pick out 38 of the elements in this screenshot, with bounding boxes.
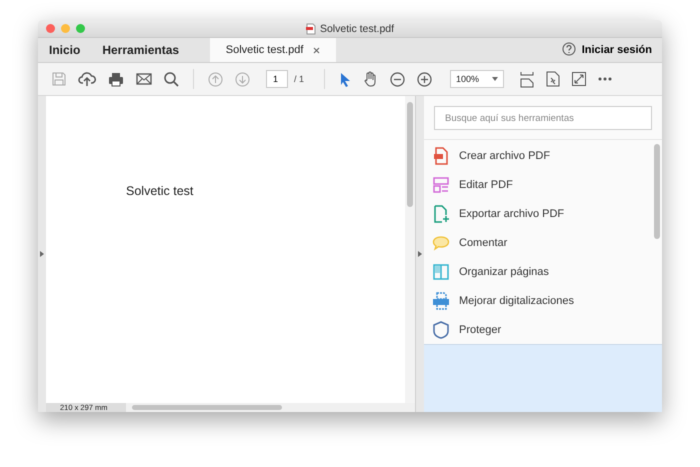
page-number-field[interactable]: 1 [266,70,288,88]
tool-item[interactable]: Exportar archivo PDF [424,199,652,228]
minus-circle-icon [390,72,406,86]
ellipsis-icon [598,77,612,81]
tool-item[interactable]: Editar PDF [424,170,652,199]
search-icon [164,72,179,86]
close-icon[interactable] [313,46,320,54]
collapse-arrow-icon[interactable] [40,251,44,257]
cloud-upload-icon [78,71,96,87]
nav-tab[interactable]: Inicio [38,38,92,62]
horizontal-scrollbar[interactable] [132,405,282,410]
vertical-scrollbar[interactable] [654,144,660,239]
tool-item[interactable]: Organizar páginas [424,257,652,286]
document-tab[interactable]: Solvetic test.pdf [210,38,336,62]
plus-circle-icon [417,72,432,86]
vertical-scrollbar[interactable] [407,102,413,207]
pdf-file-icon [306,22,316,34]
page-rotate-icon [546,71,560,87]
envelope-icon [136,73,152,85]
cursor-icon [339,72,352,86]
tool-item[interactable]: Proteger [424,315,652,344]
nav-tab[interactable]: Herramientas [91,38,190,62]
document-text: Solvetic test [126,184,194,198]
page-total: / 1 [294,74,304,84]
help-icon[interactable] [562,42,576,56]
sign-in-button[interactable]: Iniciar sesión [576,38,662,62]
window-title: Solvetic test.pdf [320,22,394,34]
tool-item[interactable]: Mejorar digitalizaciones [424,286,652,315]
zoom-dropdown[interactable]: 100% [450,70,504,88]
expand-arrow-icon[interactable] [418,251,422,257]
tool-item[interactable]: Comentar [424,228,652,257]
fit-height-icon [520,70,534,88]
printer-icon [108,72,124,86]
caret-icon [492,77,498,81]
hand-icon [363,71,378,87]
expand-icon [572,72,586,86]
tool-item[interactable]: Crear archivo PDF [424,141,652,170]
tools-search-field[interactable]: Busque aquí sus herramientas [434,106,652,130]
